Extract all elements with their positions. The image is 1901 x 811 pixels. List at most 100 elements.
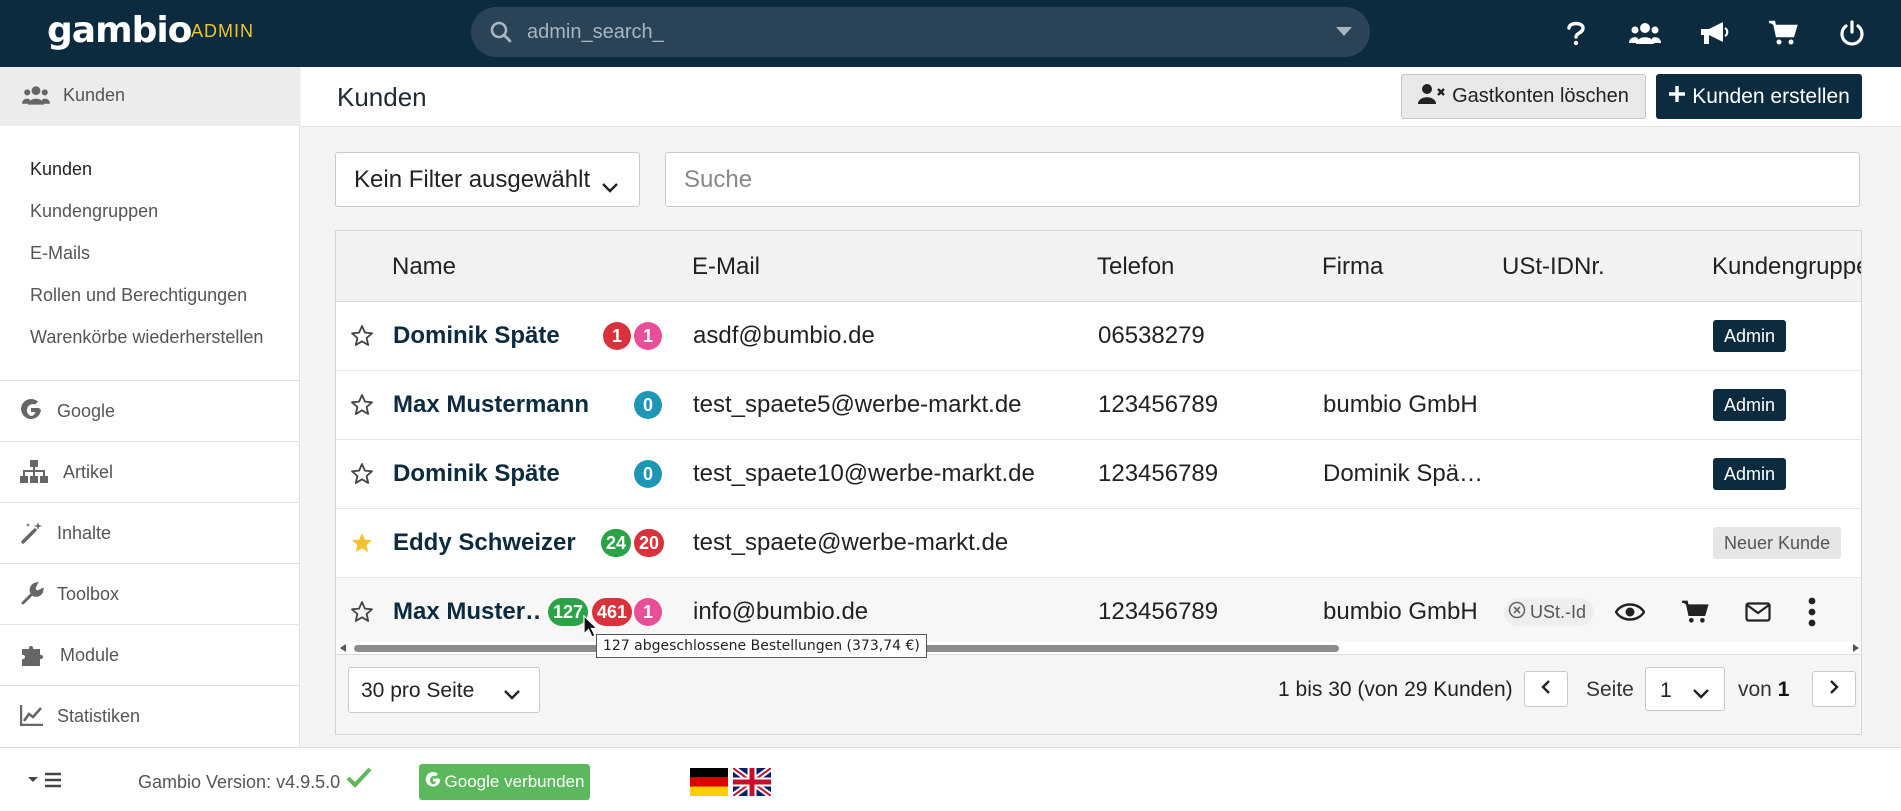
gambio-logo[interactable]: gambio [47,10,192,51]
power-icon[interactable] [1835,16,1869,50]
page-select[interactable]: 1 [1645,667,1725,711]
total-pages: 1 [1777,678,1790,701]
per-page-select[interactable]: 30 pro Seite [348,667,540,713]
eye-icon[interactable] [1614,596,1646,628]
chevron-left-icon [1540,679,1552,700]
customer-group-badge: Admin [1713,458,1787,490]
column-header-email[interactable]: E-Mail [692,253,760,281]
customer-email: info@bumbio.de [693,598,869,625]
horizontal-scrollbar[interactable] [336,642,1861,654]
sidebar-item-label: Artikel [63,462,114,482]
column-header-name[interactable]: Name [392,253,456,281]
footer: Gambio Version: v4.9.5.0 Google verbunde… [0,747,1901,811]
users-icon[interactable] [1628,16,1662,50]
table-row[interactable]: Max Mustermann 0 test_spaete5@werbe-mark… [336,371,1861,440]
star-outline-icon[interactable] [350,462,374,491]
order-count-badge[interactable]: 24 [601,529,632,557]
sidebar-item-statistiken[interactable]: Statistiken [0,686,300,746]
sidebar-item-label: Google [57,401,116,421]
prev-page-button[interactable] [1524,671,1568,707]
star-outline-icon[interactable] [350,324,374,353]
order-count-badge[interactable]: 20 [634,529,665,557]
order-count-badge[interactable]: 0 [634,460,662,488]
table-row[interactable]: Eddy Schweizer 24 20 test_spaete@werbe-m… [336,509,1861,578]
vat-status-label: USt.-Id [1530,601,1587,622]
sidebar-link-rollen[interactable]: Rollen und Berechtigungen [30,285,247,306]
page-select-value: 1 [1660,679,1672,702]
delete-guest-accounts-button[interactable]: Gastkonten löschen [1401,74,1646,119]
order-count-badge[interactable]: 1 [634,322,662,350]
column-header-phone[interactable]: Telefon [1097,253,1174,281]
page-label: Seite [1586,678,1634,701]
sidebar-item-toolbox[interactable]: Toolbox [0,564,300,624]
admin-search[interactable] [471,7,1370,57]
sidebar-item-artikel[interactable]: Artikel [0,442,300,502]
table-row[interactable]: Max Muster… 127 461 1 info@bumbio.de 123… [336,578,1861,647]
sidebar-link-kundengruppen[interactable]: Kundengruppen [30,201,158,222]
customer-name[interactable]: Dominik Späte [393,322,560,350]
page-total: von 1 [1738,678,1789,702]
star-outline-icon[interactable] [350,393,374,422]
customer-name[interactable]: Max Muster… [393,598,543,626]
column-header-group[interactable]: Kundengruppe [1712,253,1861,281]
scroll-right-icon[interactable] [1853,644,1859,652]
customer-group-badge: Admin [1713,320,1787,352]
help-icon[interactable] [1559,16,1593,50]
column-header-vat[interactable]: USt-IDNr. [1502,253,1605,281]
search-dropdown-icon[interactable] [1336,27,1352,36]
sidebar-link-kunden[interactable]: Kunden [30,159,92,180]
google-connected-label: Google verbunden [444,772,585,791]
order-count-badge[interactable]: 0 [634,391,662,419]
star-filled-icon[interactable] [350,531,374,560]
sitemap-icon [20,460,48,489]
sidebar-section-label: Kunden [63,85,126,105]
mouse-cursor-icon [583,614,599,644]
table-row[interactable]: Dominik Späte 1 1 asdf@bumbio.de 0653827… [336,302,1861,371]
create-customer-button[interactable]: Kunden erstellen [1656,74,1862,119]
star-outline-icon[interactable] [350,600,374,629]
sidebar-link-emails[interactable]: E-Mails [30,243,90,264]
sidebar-item-inhalte[interactable]: Inhalte [0,503,300,563]
more-options-icon[interactable] [1796,596,1828,628]
flag-uk-icon[interactable] [731,765,773,799]
page-header: Kunden Gastkonten löschen Kunden erstell… [301,67,1901,127]
sidebar-item-label: Toolbox [57,584,120,604]
envelope-icon[interactable] [1742,596,1774,628]
column-header-company[interactable]: Firma [1322,253,1383,281]
customer-search[interactable] [665,152,1860,207]
customer-email: test_spaete@werbe-markt.de [693,529,1009,556]
sidebar-toggle-icon[interactable] [26,770,64,795]
next-page-button[interactable] [1812,671,1856,707]
sidebar-section-kunden[interactable]: Kunden [0,67,300,126]
table-row[interactable]: Dominik Späte 0 test_spaete10@werbe-mark… [336,440,1861,509]
sidebar-item-google[interactable]: Google [0,381,300,441]
customer-name[interactable]: Dominik Späte [393,460,560,488]
megaphone-icon[interactable] [1697,16,1731,50]
pagination-info: 1 bis 30 (von 29 Kunden) [1278,678,1513,701]
search-icon [489,20,513,49]
customer-search-input[interactable] [666,153,1859,206]
sidebar: Kunden Kunden Kundengruppen E-Mails Roll… [0,67,300,747]
cart-icon[interactable] [1766,16,1800,50]
order-count-badge[interactable]: 1 [634,598,662,626]
order-count-badge[interactable]: 1 [603,322,631,350]
sidebar-item-module[interactable]: Module [0,625,300,685]
sidebar-item-label: Statistiken [57,706,141,726]
customer-name[interactable]: Max Mustermann [393,391,589,419]
chevron-down-icon [503,683,521,707]
customer-phone: 123456789 [1098,391,1219,418]
scroll-left-icon[interactable] [340,644,346,652]
sidebar-link-warenkoerbe[interactable]: Warenkörbe wiederherstellen [30,327,263,348]
chevron-down-icon [601,173,619,201]
admin-search-input[interactable] [527,15,1287,49]
google-connected-button[interactable]: Google verbunden [419,764,590,800]
filter-select-value: Kein Filter ausgewählt [354,166,591,193]
customer-company: bumbio GmbH [1323,598,1478,625]
admin-tag: ADMIN [191,21,254,41]
filter-select[interactable]: Kein Filter ausgewählt [335,152,640,207]
cart-icon[interactable] [1679,596,1711,628]
chevron-right-icon [1828,679,1840,700]
page-title: Kunden [337,82,427,112]
flag-de-icon[interactable] [690,768,728,796]
customer-name[interactable]: Eddy Schweizer [393,529,576,557]
